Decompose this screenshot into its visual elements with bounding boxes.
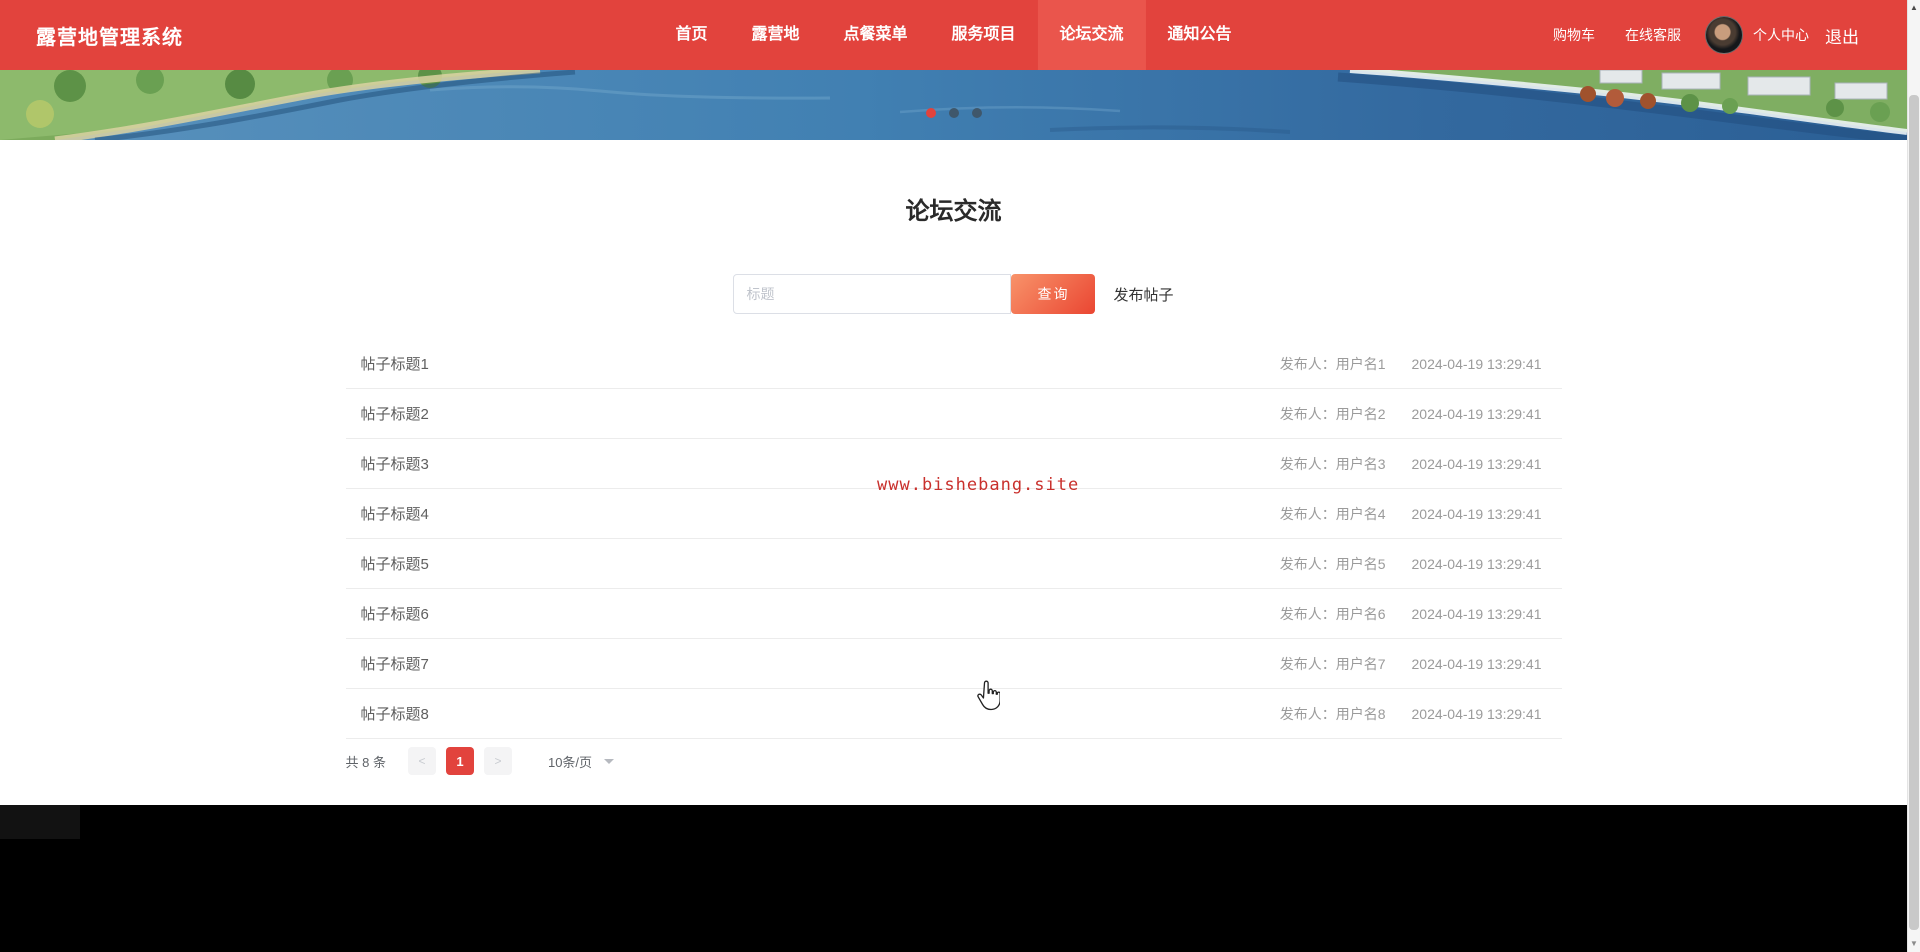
nav-item[interactable]: 首页 bbox=[653, 0, 729, 70]
carousel-dot[interactable] bbox=[925, 108, 936, 118]
post-row[interactable]: 帖子标题1 发布人：用户名1 2024-04-19 13:29:41 bbox=[345, 339, 1562, 389]
page-footer bbox=[0, 805, 1907, 952]
scroll-up-arrow-icon[interactable]: ▲ bbox=[1908, 1, 1920, 15]
post-row[interactable]: 帖子标题8 发布人：用户名8 2024-04-19 13:29:41 bbox=[345, 689, 1562, 739]
nav-item[interactable]: 露营地 bbox=[729, 0, 821, 70]
forum-page: 论坛交流 查询 发布帖子 帖子标题1 发布人：用户名1 2024-04-19 1… bbox=[0, 140, 1907, 805]
profile-link[interactable]: 个人中心 bbox=[1753, 25, 1809, 45]
post-time: 2024-04-19 13:29:41 bbox=[1411, 455, 1542, 472]
post-publisher: 发布人：用户名4 bbox=[1279, 505, 1386, 522]
banner-scene bbox=[0, 70, 1907, 140]
post-time: 2024-04-19 13:29:41 bbox=[1411, 655, 1542, 672]
post-title[interactable]: 帖子标题1 bbox=[361, 353, 429, 374]
search-bar: 查询 发布帖子 bbox=[0, 274, 1907, 314]
post-title[interactable]: 帖子标题3 bbox=[361, 453, 429, 474]
nav-item[interactable]: 通知公告 bbox=[1146, 0, 1254, 70]
scroll-down-arrow-icon[interactable]: ▼ bbox=[1908, 937, 1920, 951]
main-nav: 首页 露营地 点餐菜单 服务项目 论坛交流 通知公告 bbox=[653, 0, 1253, 70]
post-meta: 发布人：用户名1 2024-04-19 13:29:41 bbox=[1280, 354, 1542, 374]
post-row[interactable]: 帖子标题5 发布人：用户名5 2024-04-19 13:29:41 bbox=[345, 539, 1562, 589]
post-meta: 发布人：用户名8 2024-04-19 13:29:41 bbox=[1280, 704, 1542, 724]
post-list: 帖子标题1 发布人：用户名1 2024-04-19 13:29:41 帖子标题2… bbox=[345, 339, 1562, 739]
page: 露营地管理系统 首页 露营地 点餐菜单 服务项目 论坛交流 通知公告 购物车 在线客服 个… bbox=[0, 0, 1907, 952]
next-page-button[interactable]: > bbox=[483, 747, 512, 775]
top-navbar: 露营地管理系统 首页 露营地 点餐菜单 服务项目 论坛交流 通知公告 购物车 在线客服 个… bbox=[0, 0, 1907, 70]
post-time: 2024-04-19 13:29:41 bbox=[1411, 555, 1542, 572]
carousel-dot[interactable] bbox=[971, 108, 982, 118]
post-time: 2024-04-19 13:29:41 bbox=[1411, 705, 1542, 722]
post-meta: 发布人：用户名5 2024-04-19 13:29:41 bbox=[1280, 554, 1542, 574]
search-button[interactable]: 查询 bbox=[1011, 274, 1096, 314]
post-meta: 发布人：用户名7 2024-04-19 13:29:41 bbox=[1280, 654, 1542, 674]
nav-item[interactable]: 服务项目 bbox=[930, 0, 1038, 70]
post-title[interactable]: 帖子标题6 bbox=[361, 603, 429, 624]
post-publisher: 发布人：用户名7 bbox=[1279, 655, 1386, 672]
post-title[interactable]: 帖子标题2 bbox=[361, 403, 429, 424]
post-meta: 发布人：用户名3 2024-04-19 13:29:41 bbox=[1280, 454, 1542, 474]
online-service-link[interactable]: 在线客服 bbox=[1625, 25, 1681, 45]
footer-logo-placeholder bbox=[0, 805, 80, 839]
post-time: 2024-04-19 13:29:41 bbox=[1411, 605, 1542, 622]
pagination-total: 共 8 条 bbox=[345, 754, 386, 770]
vertical-scrollbar[interactable]: ▲ ▼ bbox=[1907, 0, 1920, 952]
post-row[interactable]: 帖子标题6 发布人：用户名6 2024-04-19 13:29:41 bbox=[345, 589, 1562, 639]
user-avatar[interactable] bbox=[1705, 16, 1743, 54]
post-row[interactable]: 帖子标题2 发布人：用户名2 2024-04-19 13:29:41 bbox=[345, 389, 1562, 439]
scrollbar-thumb[interactable] bbox=[1909, 95, 1919, 930]
prev-page-button[interactable]: < bbox=[407, 747, 436, 775]
carousel-dot[interactable] bbox=[948, 108, 959, 118]
nav-item[interactable]: 点餐菜单 bbox=[821, 0, 929, 70]
post-publisher: 发布人：用户名5 bbox=[1279, 555, 1386, 572]
post-meta: 发布人：用户名4 2024-04-19 13:29:41 bbox=[1280, 504, 1542, 524]
brand-logo[interactable]: 露营地管理系统 bbox=[0, 21, 183, 50]
logout-link[interactable]: 退出 bbox=[1825, 23, 1859, 48]
chevron-down-icon bbox=[604, 758, 615, 764]
nav-item[interactable]: 论坛交流 bbox=[1037, 0, 1146, 70]
pagination: 共 8 条 < 1 > 10条/页 bbox=[346, 747, 1562, 775]
post-time: 2024-04-19 13:29:41 bbox=[1411, 355, 1542, 372]
post-publisher: 发布人：用户名6 bbox=[1279, 605, 1386, 622]
post-meta: 发布人：用户名2 2024-04-19 13:29:41 bbox=[1280, 404, 1542, 424]
current-page-button[interactable]: 1 bbox=[445, 747, 474, 775]
post-publisher: 发布人：用户名8 bbox=[1279, 705, 1386, 722]
search-input[interactable] bbox=[733, 274, 1012, 314]
post-publisher: 发布人：用户名3 bbox=[1279, 455, 1386, 472]
post-title[interactable]: 帖子标题8 bbox=[361, 703, 429, 724]
page-title: 论坛交流 bbox=[905, 198, 1002, 225]
page-size-select[interactable]: 10条/页 bbox=[547, 752, 615, 771]
carousel-dots bbox=[925, 108, 982, 118]
post-time: 2024-04-19 13:29:41 bbox=[1411, 405, 1542, 422]
page-size-label: 10条/页 bbox=[547, 754, 593, 770]
post-publisher: 发布人：用户名2 bbox=[1279, 405, 1386, 422]
post-title[interactable]: 帖子标题4 bbox=[361, 503, 429, 524]
post-title[interactable]: 帖子标题7 bbox=[361, 653, 429, 674]
post-publisher: 发布人：用户名1 bbox=[1279, 355, 1386, 372]
post-time: 2024-04-19 13:29:41 bbox=[1411, 505, 1542, 522]
navbar-right: 购物车 在线客服 个人中心 退出 bbox=[1553, 16, 1907, 54]
new-post-link[interactable]: 发布帖子 bbox=[1113, 284, 1173, 305]
watermark-text: www.bishebang.site bbox=[877, 475, 1080, 495]
post-meta: 发布人：用户名6 2024-04-19 13:29:41 bbox=[1280, 604, 1542, 624]
post-row[interactable]: 帖子标题4 发布人：用户名4 2024-04-19 13:29:41 bbox=[345, 489, 1562, 539]
post-row[interactable]: 帖子标题7 发布人：用户名7 2024-04-19 13:29:41 bbox=[345, 639, 1562, 689]
post-title[interactable]: 帖子标题5 bbox=[361, 553, 429, 574]
cart-link[interactable]: 购物车 bbox=[1553, 25, 1595, 45]
hero-carousel-image bbox=[0, 70, 1907, 140]
